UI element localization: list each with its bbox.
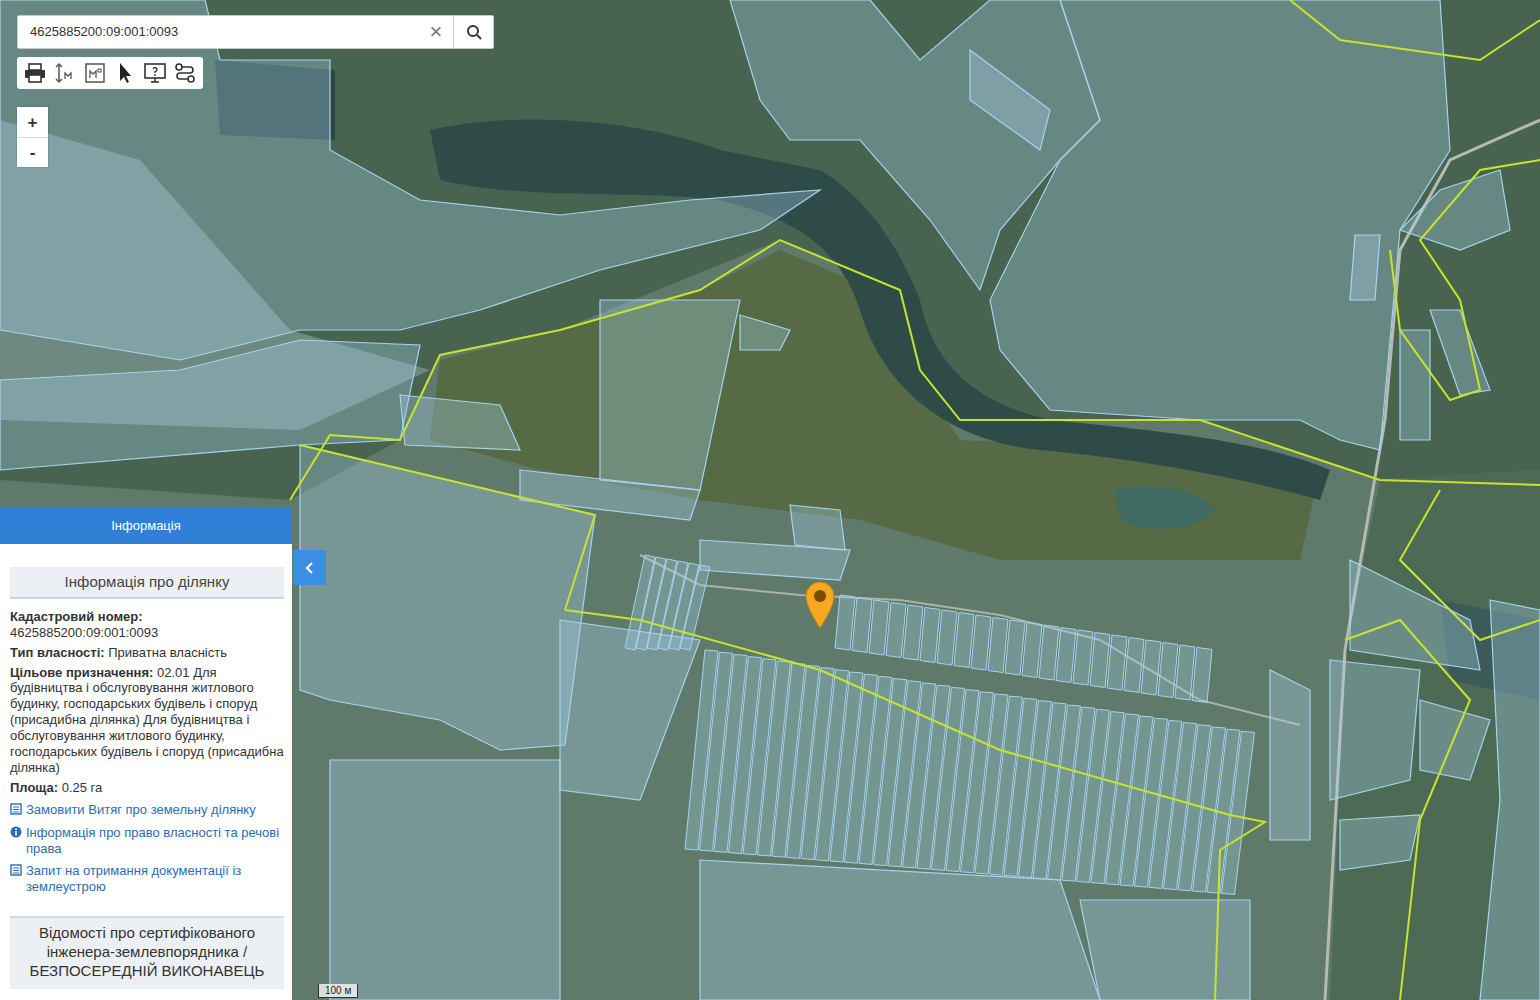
document-icon [10,803,22,815]
parcel-field: Кадастровий номер:4625885200:09:001:0093 [10,609,284,641]
measure-area-icon [83,61,107,85]
parcel-field: Площа: 0.25 га [10,780,284,796]
link-text: Замовити Витяг про земельну ділянку [26,802,256,818]
map-pin[interactable] [804,580,836,630]
help-screen-icon [143,61,167,85]
route-icon [173,61,197,85]
zoom-in-button[interactable]: + [17,107,48,137]
field-value: Приватна власність [108,645,227,660]
document-icon [10,864,22,876]
print-button[interactable] [21,59,49,87]
cursor-button[interactable] [111,59,139,87]
zoom-out-button[interactable]: - [17,137,48,167]
field-label: Тип власності: [10,645,105,660]
measure-length-icon [53,61,77,85]
measure-length-button[interactable] [51,59,79,87]
panel-header: Інформація [0,508,292,544]
panel-body[interactable]: Інформація про ділянку Кадастровий номер:… [0,544,292,1000]
collapse-panel-button[interactable] [293,550,326,585]
surveyor-section-title: Відомості про сертифікованого інженера-з… [10,916,284,988]
link-text: Запит на отримання документації із земле… [26,863,284,894]
search-bar: × [17,15,494,49]
parcel-field: Тип власності: Приватна власність [10,645,284,661]
route-button[interactable] [171,59,199,87]
info-icon [10,826,22,838]
map-view[interactable]: × +- Інформація Інформація про ділянку Кадас… [0,0,1540,1000]
panel-link[interactable]: Запит на отримання документації із земле… [10,863,284,894]
search-icon [466,24,482,40]
zoom-control: +- [17,107,48,167]
field-value: 4625885200:09:001:0093 [10,625,158,640]
print-icon [23,61,47,85]
field-label: Площа: [10,780,58,795]
panel-link[interactable]: Інформація про право власності та речові… [10,825,284,856]
link-text: Інформація про право власності та речові… [26,825,284,856]
field-label: Кадастровий номер: [10,609,143,624]
field-label: Цільове призначення: [10,665,153,680]
chevron-left-icon [302,560,318,576]
search-button[interactable] [453,16,493,48]
help-screen-button[interactable] [141,59,169,87]
parcel-field: Цільове призначення: 02.01 Для будівницт… [10,665,284,776]
search-input[interactable] [18,16,419,48]
measure-area-button[interactable] [81,59,109,87]
panel-link[interactable]: Замовити Витяг про земельну ділянку [10,802,284,818]
clear-button[interactable]: × [419,16,453,48]
location-pin-icon [804,580,836,630]
field-value: 02.01 Для будівництва і обслуговування ж… [10,665,284,775]
field-value: 0.25 га [62,780,103,795]
section-title: Інформація про ділянку [10,567,284,600]
map-scale: 100 м [318,984,358,998]
map-toolbar [17,57,203,89]
cursor-icon [113,61,137,85]
info-panel: Інформація Інформація про ділянку Кадастро… [0,508,292,1000]
